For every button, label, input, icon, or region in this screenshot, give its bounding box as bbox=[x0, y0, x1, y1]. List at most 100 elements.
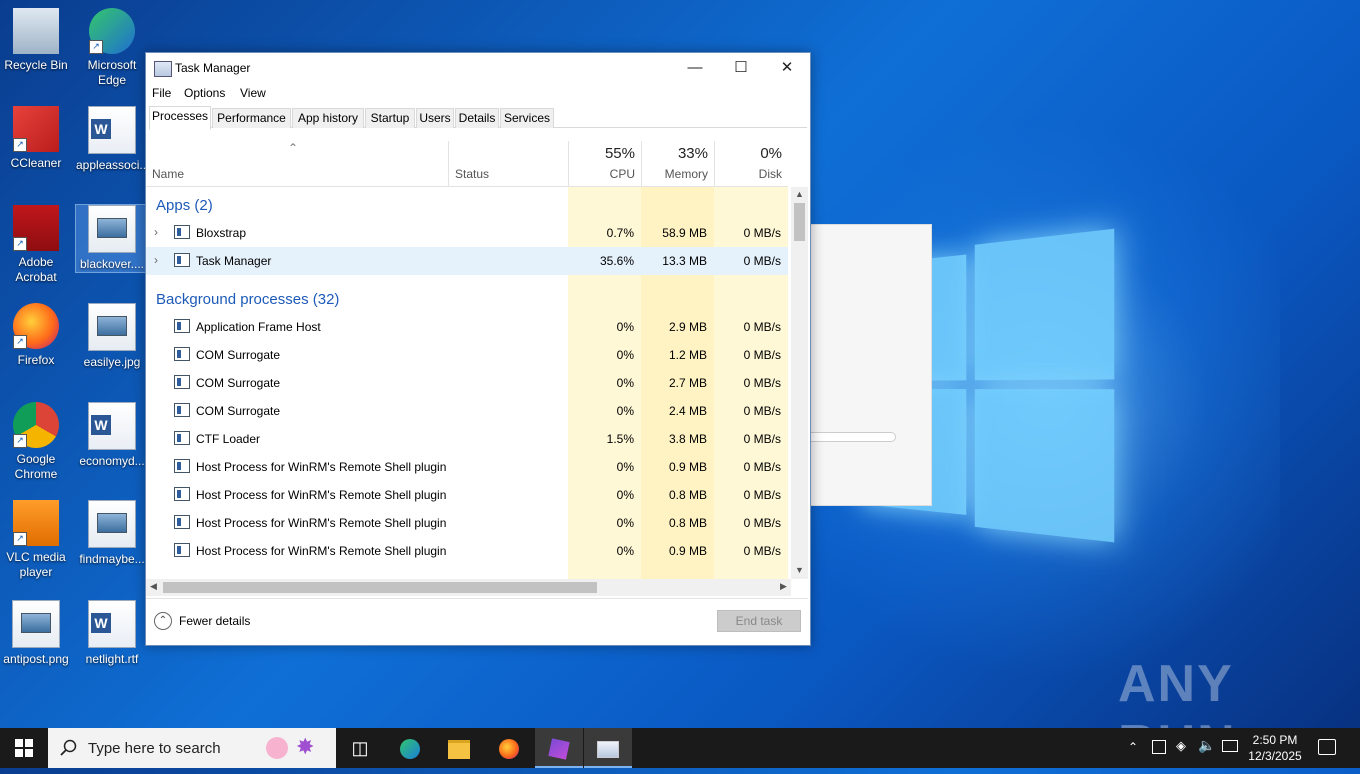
expand-chevron-icon[interactable]: › bbox=[154, 253, 158, 267]
taskbar-task-manager-icon[interactable] bbox=[584, 728, 632, 768]
expand-chevron-icon[interactable]: › bbox=[154, 225, 158, 239]
network-icon[interactable] bbox=[1152, 740, 1166, 754]
desktop-icon[interactable]: ↗ Microsoft Edge bbox=[76, 8, 148, 88]
process-row[interactable]: › Task Manager 35.6% 13.3 MB 0 MB/s bbox=[146, 247, 788, 275]
desktop-icon[interactable]: blackover.... bbox=[75, 204, 149, 273]
menu-view[interactable]: View bbox=[240, 86, 266, 100]
desktop-icon[interactable]: ↗ CCleaner bbox=[0, 106, 72, 171]
scroll-up-icon[interactable]: ▲ bbox=[795, 189, 804, 199]
col-cpu[interactable]: 55% CPU bbox=[569, 141, 641, 186]
process-memory: 0.9 MB bbox=[668, 460, 707, 474]
volume-icon[interactable]: 🔈 bbox=[1198, 737, 1215, 754]
col-disk[interactable]: 0% Disk bbox=[715, 141, 788, 186]
word-doc-icon: W bbox=[88, 600, 136, 648]
tab-app-history[interactable]: App history bbox=[292, 108, 364, 128]
process-row[interactable]: CTF Loader 1.5% 3.8 MB 0 MB/s bbox=[146, 425, 788, 453]
vertical-scroll-thumb[interactable] bbox=[794, 203, 805, 241]
end-task-button[interactable]: End task bbox=[717, 610, 801, 632]
taskbar: Type here to search ✸ ◫ ⌃ ◈ 🔈 2:50 PM 12… bbox=[0, 728, 1360, 768]
horizontal-scroll-thumb[interactable] bbox=[163, 582, 597, 593]
task-view-icon[interactable]: ◫ bbox=[336, 728, 384, 768]
process-name: COM Surrogate bbox=[196, 404, 281, 418]
process-row[interactable]: Application Frame Host 0% 2.9 MB 0 MB/s bbox=[146, 313, 788, 341]
scroll-down-icon[interactable]: ▼ bbox=[795, 565, 804, 575]
process-name: COM Surrogate bbox=[196, 348, 281, 362]
desktop-icon[interactable]: ↗ VLC media player bbox=[0, 500, 72, 580]
vertical-scrollbar[interactable]: ▲ ▼ bbox=[791, 187, 808, 579]
process-row[interactable]: COM Surrogate 0% 2.4 MB 0 MB/s bbox=[146, 397, 788, 425]
desktop-icon[interactable]: findmaybe... bbox=[76, 500, 148, 567]
desktop-icon[interactable]: Wappleassoci... bbox=[76, 106, 149, 173]
desktop-icon[interactable]: ↗ Firefox bbox=[0, 303, 72, 368]
process-name: Host Process for WinRM's Remote Shell pl… bbox=[196, 544, 447, 558]
language-keyboard-icon[interactable] bbox=[1222, 740, 1238, 752]
col-disk-label: Disk bbox=[758, 167, 782, 181]
menu-file[interactable]: File bbox=[152, 86, 171, 100]
tab-users[interactable]: Users bbox=[416, 108, 454, 128]
horizontal-scrollbar[interactable]: ◀ ▶ bbox=[146, 579, 791, 596]
search-placeholder: Type here to search bbox=[88, 740, 221, 757]
process-memory: 1.2 MB bbox=[668, 348, 707, 362]
tab-details[interactable]: Details bbox=[455, 108, 499, 128]
tab-processes[interactable]: Processes bbox=[149, 106, 211, 130]
process-row[interactable]: COM Surrogate 0% 1.2 MB 0 MB/s bbox=[146, 341, 788, 369]
image-file-icon bbox=[88, 500, 136, 548]
process-disk: 0 MB/s bbox=[743, 376, 781, 390]
taskbar-edge-icon[interactable] bbox=[386, 728, 434, 768]
process-row[interactable]: Host Process for WinRM's Remote Shell pl… bbox=[146, 537, 788, 565]
process-window-icon bbox=[174, 543, 190, 557]
process-row[interactable]: › Bloxstrap 0.7% 58.9 MB 0 MB/s bbox=[146, 219, 788, 247]
process-row[interactable]: Host Process for WinRM's Remote Shell pl… bbox=[146, 481, 788, 509]
desktop-icon[interactable]: antipost.png bbox=[0, 600, 72, 667]
process-cpu: 0% bbox=[616, 516, 634, 530]
desktop-icon[interactable]: Wnetlight.rtf bbox=[76, 600, 148, 667]
chevron-up-icon[interactable]: ⌃ bbox=[154, 612, 172, 630]
scroll-right-icon[interactable]: ▶ bbox=[780, 581, 787, 592]
taskbar-explorer-icon[interactable] bbox=[435, 728, 483, 768]
process-row[interactable]: COM Surrogate 0% 2.7 MB 0 MB/s bbox=[146, 369, 788, 397]
taskbar-search-box[interactable]: Type here to search ✸ bbox=[48, 728, 336, 768]
close-button[interactable]: ✕ bbox=[764, 53, 810, 83]
scroll-left-icon[interactable]: ◀ bbox=[150, 581, 157, 592]
fewer-details-link[interactable]: Fewer details bbox=[179, 614, 250, 628]
taskbar-clock[interactable]: 2:50 PM 12/3/2025 bbox=[1242, 732, 1308, 764]
process-disk: 0 MB/s bbox=[743, 488, 781, 502]
desktop-icon[interactable]: Recycle Bin bbox=[0, 8, 72, 73]
process-row[interactable]: Host Process for WinRM's Remote Shell pl… bbox=[146, 453, 788, 481]
show-hidden-icons-chevron-icon[interactable]: ⌃ bbox=[1128, 740, 1138, 754]
maximize-button[interactable]: ☐ bbox=[718, 53, 764, 83]
process-disk: 0 MB/s bbox=[743, 254, 781, 268]
desktop-icon-label: antipost.png bbox=[3, 652, 69, 666]
start-button[interactable] bbox=[0, 728, 48, 768]
taskbar-bloxstrap-icon[interactable] bbox=[535, 728, 583, 768]
menu-options[interactable]: Options bbox=[184, 86, 225, 100]
process-memory: 0.8 MB bbox=[668, 488, 707, 502]
firefox-icon: ↗ bbox=[13, 303, 59, 349]
process-name: CTF Loader bbox=[196, 432, 261, 446]
group-header[interactable]: Apps (2) bbox=[146, 187, 788, 219]
process-name: Application Frame Host bbox=[196, 320, 321, 334]
meet-now-icon[interactable]: ◈ bbox=[1176, 738, 1186, 754]
process-row[interactable]: Host Process for WinRM's Remote Shell pl… bbox=[146, 509, 788, 537]
group-title: Background processes (32) bbox=[156, 291, 340, 308]
notifications-icon[interactable] bbox=[1318, 739, 1336, 755]
desktop-icon[interactable]: ↗ Google Chrome bbox=[0, 402, 72, 482]
tab-startup[interactable]: Startup bbox=[365, 108, 415, 128]
process-cpu: 0% bbox=[616, 544, 634, 558]
col-memory[interactable]: 33% Memory bbox=[642, 141, 714, 186]
group-header[interactable]: Background processes (32) bbox=[146, 281, 788, 313]
desktop-icon[interactable]: Weconomyd... bbox=[76, 402, 148, 469]
tab-performance[interactable]: Performance bbox=[212, 108, 291, 128]
col-status[interactable]: Status bbox=[449, 141, 568, 186]
tab-services[interactable]: Services bbox=[500, 108, 554, 128]
taskbar-firefox-icon[interactable] bbox=[485, 728, 533, 768]
col-name[interactable]: Name bbox=[146, 141, 448, 186]
col-name-label: Name bbox=[152, 167, 185, 181]
minimize-button[interactable]: — bbox=[672, 53, 718, 83]
desktop-icon-label: Microsoft Edge bbox=[87, 58, 137, 87]
desktop-icon[interactable]: ↗ Adobe Acrobat bbox=[0, 205, 72, 285]
process-cpu: 0% bbox=[616, 460, 634, 474]
desktop-icon[interactable]: easilye.jpg bbox=[76, 303, 148, 370]
process-cpu: 1.5% bbox=[606, 432, 634, 446]
title-bar[interactable]: Task Manager — ☐ ✕ bbox=[146, 53, 810, 83]
